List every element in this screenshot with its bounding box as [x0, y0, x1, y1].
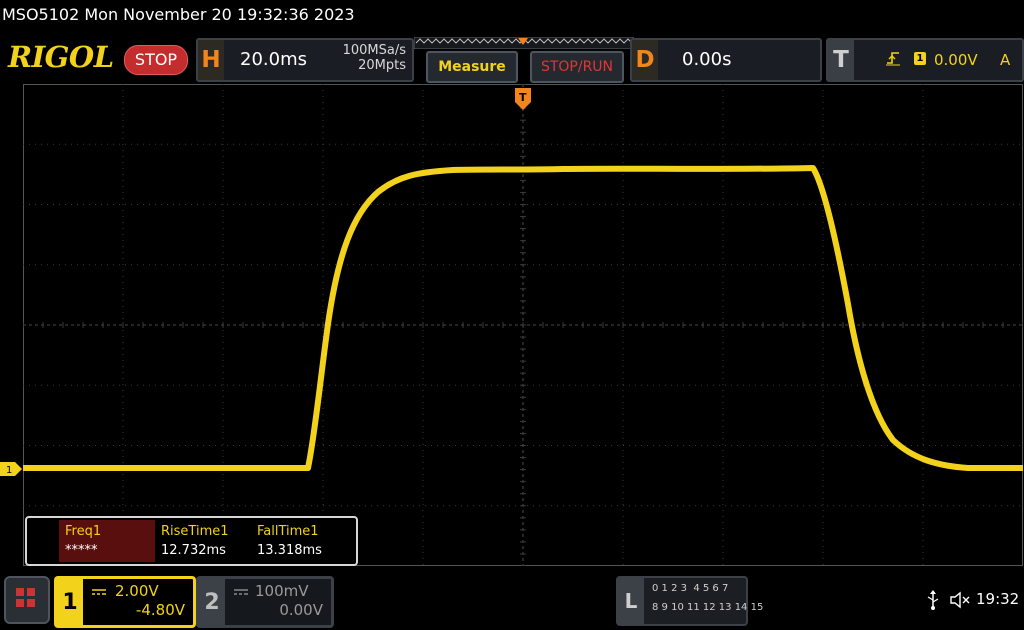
measurement-value: ***** — [65, 543, 98, 558]
trigger-mode: A — [1000, 51, 1011, 69]
ch1-ground-marker[interactable]: 1 — [0, 462, 23, 476]
measure-button[interactable]: Measure — [426, 51, 518, 83]
delay-letter: D — [632, 40, 658, 80]
device-title: MSO5102 Mon November 20 19:32:36 2023 — [2, 5, 355, 24]
ch1-offset: -4.80V — [135, 601, 185, 619]
measurement-rise-time[interactable]: RiseTime1 12.732ms — [155, 520, 251, 562]
logic-analyzer-panel[interactable]: L 0 1 2 3 4 5 6 7 8 9 10 11 12 13 14 15 — [616, 576, 763, 626]
measurement-value: 12.732ms — [161, 543, 226, 558]
dc-coupling-icon — [92, 589, 106, 595]
logic-channels-low: 0 1 2 3 4 5 6 7 — [652, 583, 729, 594]
usb-icon — [927, 590, 939, 610]
dc-coupling-icon — [234, 589, 248, 595]
ch2-number: 2 — [199, 579, 225, 625]
measurement-table[interactable]: Freq1 ***** RiseTime1 12.732ms FallTime1… — [25, 516, 358, 566]
speaker-muted-icon[interactable] — [950, 591, 970, 609]
clock: 19:32 — [976, 590, 1020, 608]
stop-run-button[interactable]: STOP/RUN — [530, 51, 624, 83]
ch2-scale: 100mV — [255, 582, 309, 600]
main-menu-button[interactable] — [4, 576, 50, 624]
trigger-position-bar — [414, 37, 634, 49]
horizontal-letter: H — [198, 40, 224, 80]
delay-panel[interactable]: D 0.00s — [630, 38, 822, 82]
rising-edge-icon — [886, 52, 900, 66]
timebase-value: 20.0ms — [240, 49, 307, 70]
measurement-name: RiseTime1 — [161, 524, 229, 539]
logic-channels-high: 8 9 10 11 12 13 14 15 — [652, 602, 764, 613]
menu-grid-icon — [16, 588, 24, 596]
brand-logo: RIGOL — [8, 40, 114, 74]
run-state-badge[interactable]: STOP — [124, 45, 188, 75]
bottom-bar: 1 2.00V -4.80V 2 100mV 0.00V L 0 1 2 3 4… — [0, 570, 1024, 630]
sample-rate: 100MSa/s — [342, 43, 406, 58]
measurement-freq[interactable]: Freq1 ***** — [59, 520, 155, 562]
menu-grid-icon — [27, 588, 35, 596]
trigger-letter: T — [828, 40, 854, 80]
trigger-level: 0.00V — [934, 51, 978, 69]
ch2-offset: 0.00V — [279, 601, 323, 619]
waveform-display[interactable] — [23, 84, 1023, 566]
measurement-name: FallTime1 — [257, 524, 319, 539]
measurement-fall-time[interactable]: FallTime1 13.318ms — [251, 520, 347, 562]
ch1-panel[interactable]: 1 2.00V -4.80V — [54, 576, 196, 628]
trigger-time-label: T — [519, 91, 527, 104]
delay-value: 0.00s — [682, 49, 732, 70]
ch2-panel[interactable]: 2 100mV 0.00V — [196, 576, 334, 628]
ch1-scale: 2.00V — [115, 582, 159, 600]
trigger-panel[interactable]: T 1 0.00V A — [826, 38, 1024, 82]
measurement-name: Freq1 — [65, 524, 102, 539]
logic-letter: L — [618, 578, 644, 624]
ch1-ground-label: 1 — [6, 465, 12, 476]
menu-grid-icon — [16, 599, 24, 607]
measurement-value: 13.318ms — [257, 543, 322, 558]
memory-depth: 20Mpts — [358, 58, 406, 73]
menu-grid-icon — [27, 599, 35, 607]
trigger-source-chip: 1 — [914, 52, 926, 65]
trigger-time-marker[interactable]: T — [515, 88, 531, 110]
ch1-number: 1 — [57, 579, 83, 625]
title-bar: MSO5102 Mon November 20 19:32:36 2023 — [0, 0, 1024, 34]
graticule — [23, 84, 1023, 566]
horizontal-panel[interactable]: H 20.0ms 100MSa/s 20Mpts — [196, 38, 414, 82]
